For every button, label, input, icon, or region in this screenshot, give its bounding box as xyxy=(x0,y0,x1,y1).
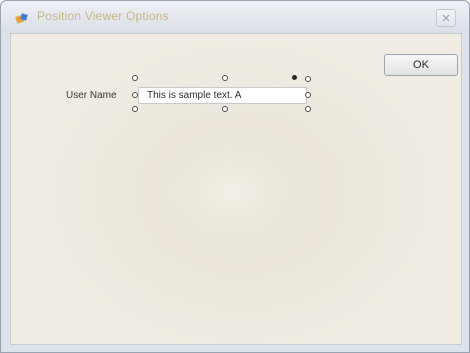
resize-handle-middle-right[interactable] xyxy=(305,92,311,98)
close-button[interactable] xyxy=(436,9,456,27)
selection-marker[interactable] xyxy=(292,75,297,80)
window-title: Position Viewer Options xyxy=(37,9,169,23)
resize-handle-bottom-middle[interactable] xyxy=(222,106,228,112)
resize-handle-top-left[interactable] xyxy=(132,75,138,81)
resize-handle-middle-left[interactable] xyxy=(132,92,138,98)
ok-button[interactable]: OK xyxy=(384,54,458,76)
close-icon xyxy=(442,14,450,22)
resize-handle-top-right[interactable] xyxy=(305,76,311,82)
app-icon xyxy=(15,13,28,24)
resize-handle-bottom-right[interactable] xyxy=(305,106,311,112)
user-name-label[interactable]: User Name xyxy=(66,90,117,101)
dialog-window: Position Viewer Options OK User Name Thi… xyxy=(0,0,470,353)
title-bar[interactable]: Position Viewer Options xyxy=(1,1,469,33)
resize-handle-bottom-left[interactable] xyxy=(132,106,138,112)
dialog-client-area: OK User Name This is sample text. A xyxy=(10,33,462,345)
resize-handle-top-middle[interactable] xyxy=(222,75,228,81)
sample-text: This is sample text. A xyxy=(147,90,242,101)
